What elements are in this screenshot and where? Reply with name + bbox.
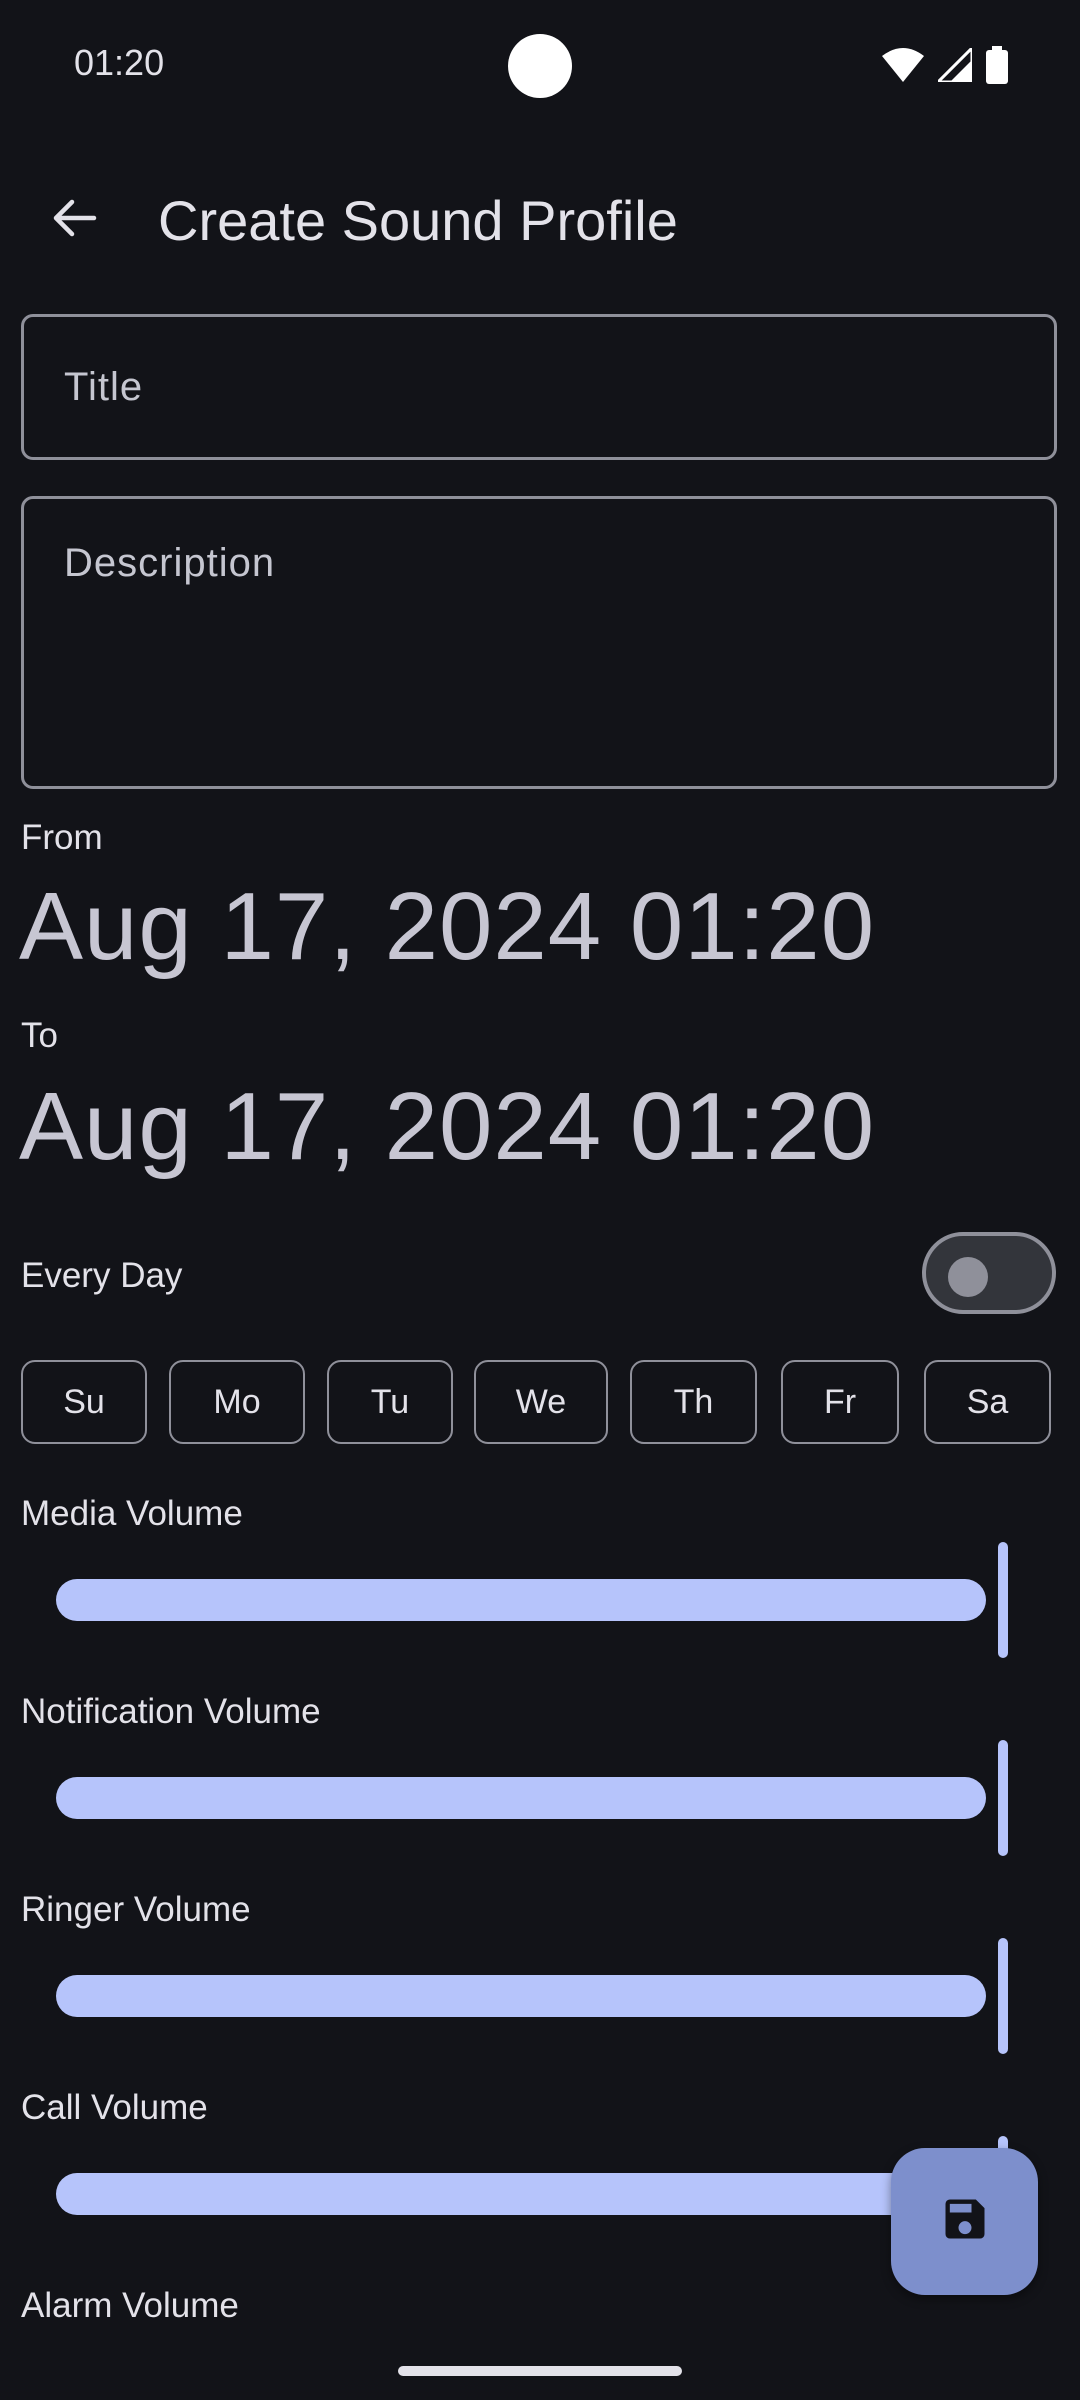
description-placeholder: Description: [64, 541, 276, 585]
status-bar: 01:20: [0, 0, 1080, 130]
page-title: Create Sound Profile: [158, 189, 678, 252]
slider-track: [56, 1975, 986, 2017]
day-chip-fr[interactable]: Fr: [781, 1360, 899, 1444]
media-volume-slider[interactable]: [0, 1540, 1080, 1660]
slider-track: [56, 1579, 986, 1621]
alarm-volume-label: Alarm Volume: [21, 2286, 239, 2325]
signal-icon: [934, 44, 974, 87]
save-icon: [939, 2193, 991, 2250]
day-chip-th[interactable]: Th: [630, 1360, 757, 1444]
to-datetime[interactable]: Aug 17, 2024 01:20: [19, 1072, 875, 1182]
toggle-knob: [948, 1257, 988, 1297]
arrow-back-icon: [50, 194, 98, 247]
every-day-label: Every Day: [21, 1256, 183, 1295]
app-bar: Create Sound Profile: [0, 160, 1080, 280]
back-button[interactable]: [36, 160, 112, 280]
from-datetime[interactable]: Aug 17, 2024 01:20: [19, 872, 875, 982]
camera-cutout: [508, 34, 572, 98]
notification-volume-slider[interactable]: [0, 1738, 1080, 1858]
day-selector: Su Mo Tu We Th Fr Sa: [21, 1360, 1051, 1444]
status-icons: [882, 44, 1008, 89]
description-field[interactable]: Description: [21, 496, 1057, 789]
day-chip-su[interactable]: Su: [21, 1360, 147, 1444]
slider-thumb[interactable]: [998, 1542, 1008, 1658]
title-placeholder: Title: [64, 365, 144, 409]
slider-track: [56, 2173, 986, 2215]
notification-volume-label: Notification Volume: [21, 1692, 321, 1731]
to-label: To: [21, 1016, 58, 1055]
save-button[interactable]: [891, 2148, 1038, 2295]
every-day-toggle[interactable]: [922, 1232, 1056, 1314]
media-volume-label: Media Volume: [21, 1494, 243, 1533]
slider-thumb[interactable]: [998, 1740, 1008, 1856]
status-time: 01:20: [74, 42, 165, 83]
title-field[interactable]: Title: [21, 314, 1057, 460]
home-indicator[interactable]: [398, 2366, 682, 2376]
call-volume-label: Call Volume: [21, 2088, 208, 2127]
ringer-volume-label: Ringer Volume: [21, 1890, 251, 1929]
day-chip-mo[interactable]: Mo: [169, 1360, 305, 1444]
from-label: From: [21, 818, 103, 857]
day-chip-we[interactable]: We: [474, 1360, 608, 1444]
day-chip-sa[interactable]: Sa: [924, 1360, 1051, 1444]
ringer-volume-slider[interactable]: [0, 1936, 1080, 2056]
wifi-icon: [882, 48, 924, 87]
slider-track: [56, 1777, 986, 1819]
slider-thumb[interactable]: [998, 1938, 1008, 2054]
battery-icon: [986, 46, 1008, 89]
day-chip-tu[interactable]: Tu: [327, 1360, 453, 1444]
